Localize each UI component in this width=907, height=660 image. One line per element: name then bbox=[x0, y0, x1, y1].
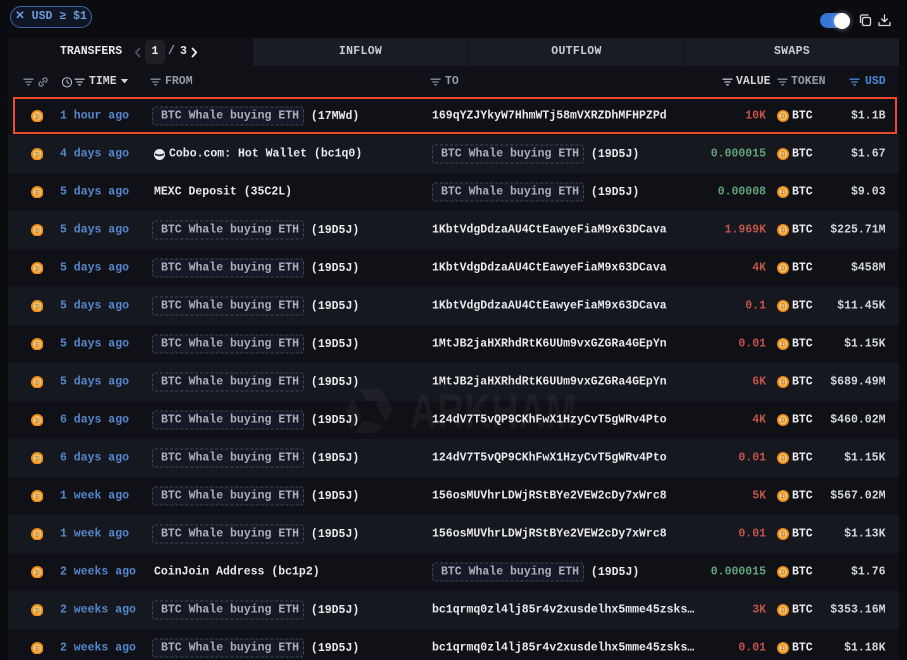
svg-text:₿: ₿ bbox=[34, 530, 39, 538]
svg-text:₿: ₿ bbox=[780, 303, 785, 310]
svg-text:₿: ₿ bbox=[780, 151, 785, 158]
svg-text:₿: ₿ bbox=[34, 492, 39, 500]
svg-text:₿: ₿ bbox=[780, 227, 785, 234]
svg-text:₿: ₿ bbox=[34, 416, 39, 424]
svg-text:₿: ₿ bbox=[34, 606, 39, 614]
svg-text:₿: ₿ bbox=[780, 189, 785, 196]
svg-text:ARKHAM: ARKHAM bbox=[410, 385, 577, 439]
svg-text:₿: ₿ bbox=[34, 150, 39, 158]
svg-text:₿: ₿ bbox=[780, 417, 785, 424]
svg-text:₿: ₿ bbox=[34, 568, 39, 576]
svg-text:₿: ₿ bbox=[780, 379, 785, 386]
svg-text:₿: ₿ bbox=[34, 378, 39, 386]
svg-text:₿: ₿ bbox=[34, 340, 39, 348]
svg-text:₿: ₿ bbox=[34, 264, 39, 272]
svg-text:₿: ₿ bbox=[780, 493, 785, 500]
svg-text:₿: ₿ bbox=[34, 226, 39, 234]
svg-text:₿: ₿ bbox=[780, 455, 785, 462]
svg-text:₿: ₿ bbox=[780, 531, 785, 538]
svg-text:₿: ₿ bbox=[780, 645, 785, 652]
svg-text:₿: ₿ bbox=[34, 644, 39, 652]
svg-text:₿: ₿ bbox=[780, 569, 785, 576]
svg-text:₿: ₿ bbox=[34, 302, 39, 310]
svg-text:₿: ₿ bbox=[780, 607, 785, 614]
svg-text:₿: ₿ bbox=[780, 341, 785, 348]
svg-text:₿: ₿ bbox=[780, 265, 785, 272]
svg-text:₿: ₿ bbox=[34, 188, 39, 196]
svg-text:₿: ₿ bbox=[34, 454, 39, 462]
